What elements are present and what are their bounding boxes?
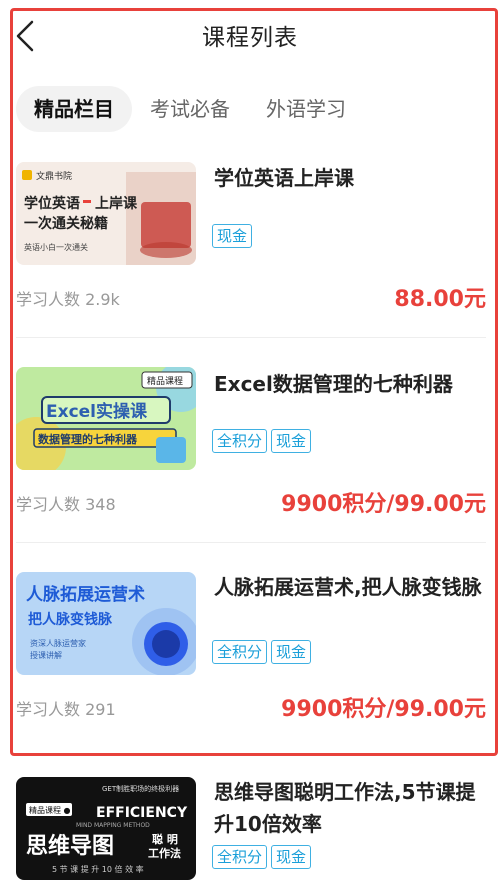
thumb-line4: 授课讲解	[30, 650, 62, 660]
thumb-badge: 精品课程 ●	[29, 805, 71, 815]
thumb-line1: Excel实操课	[46, 401, 148, 422]
tag-points: 全积分	[212, 429, 268, 453]
tag-cash: 现金	[271, 640, 312, 664]
course-title: 人脉拓展运营术,把人脉变钱脉	[214, 575, 482, 599]
course-title: Excel数据管理的七种利器	[214, 372, 453, 396]
thumb-line2: 数据管理的七种利器	[38, 432, 138, 446]
course-price: 88.00元	[394, 287, 486, 312]
thumb-line3: 5 节 课 提 升 10 倍 效 率	[52, 864, 144, 874]
thumb-line1: 人脉拓展运营术	[26, 584, 145, 605]
learner-count: 学习人数 291	[16, 700, 116, 719]
thumb-line2c: 工作法	[148, 846, 181, 860]
course-card[interactable]: 精品课程 ● GET制胜职场的终极利器 EFFICIENCY MIND MAPP…	[0, 776, 500, 888]
thumb-line1s: MIND MAPPING METHOD	[76, 822, 150, 829]
divider	[16, 337, 486, 338]
tag-cash: 现金	[271, 845, 312, 869]
tab-exam-prep[interactable]: 考试必备	[150, 86, 230, 132]
thumb-badge: 精品课程	[147, 375, 183, 387]
course-title: 学位英语上岸课	[214, 166, 354, 190]
course-price: 9900积分/99.00元	[281, 697, 486, 722]
course-title: 思维导图聪明工作法,5节课提升10倍效率	[214, 780, 476, 836]
tab-featured[interactable]: 精品栏目	[16, 86, 132, 132]
learner-count: 学习人数 348	[16, 495, 116, 514]
tag-cash: 现金	[212, 224, 253, 248]
top-bar: 课程列表	[0, 0, 500, 72]
tag-points: 全积分	[212, 845, 268, 869]
tag-cash: 现金	[271, 429, 312, 453]
course-thumbnail: 文鼎书院 学位英语 上岸课 一次通关秘籍 英语小白一次通关	[16, 162, 196, 265]
thumb-top: GET制胜职场的终极利器	[102, 784, 179, 793]
category-tabs: 精品栏目 考试必备 外语学习	[16, 86, 382, 132]
thumb-brand: 文鼎书院	[36, 170, 72, 182]
course-card[interactable]: 人脉拓展运营术 把人脉变钱脉 资深人脉运营家 授课讲解 人脉拓展运营术,把人脉变…	[0, 571, 500, 751]
course-card[interactable]: 文鼎书院 学位英语 上岸课 一次通关秘籍 英语小白一次通关 学位英语上岸课 现金…	[0, 160, 500, 340]
tag-list: 现金	[212, 224, 256, 248]
thumb-line2: 思维导图	[26, 833, 114, 859]
tag-list: 全积分 现金	[212, 640, 315, 664]
thumb-line3: 资深人脉运营家	[30, 638, 86, 648]
tag-list: 全积分 现金	[212, 429, 315, 453]
course-thumbnail: 精品课程 ● GET制胜职场的终极利器 EFFICIENCY MIND MAPP…	[16, 777, 196, 880]
thumb-line2b: 聪 明	[152, 832, 178, 846]
learner-count: 学习人数 2.9k	[16, 290, 120, 309]
divider	[16, 542, 486, 543]
tag-list: 全积分 现金	[212, 845, 315, 869]
thumb-line1b: 上岸课	[95, 195, 138, 212]
course-thumbnail: 精品课程 Excel实操课 数据管理的七种利器	[16, 367, 196, 470]
tag-points: 全积分	[212, 640, 268, 664]
thumb-line2: 一次通关秘籍	[24, 215, 108, 232]
tab-language-learning[interactable]: 外语学习	[266, 86, 346, 132]
thumb-line1: EFFICIENCY	[96, 805, 188, 821]
thumb-line2: 把人脉变钱脉	[28, 611, 113, 628]
thumb-line3: 英语小白一次通关	[24, 242, 88, 252]
thumb-line1: 学位英语	[24, 195, 80, 212]
course-price: 9900积分/99.00元	[281, 492, 486, 517]
page-title: 课程列表	[202, 25, 298, 51]
course-card[interactable]: 精品课程 Excel实操课 数据管理的七种利器 Excel数据管理的七种利器 全…	[0, 366, 500, 546]
course-thumbnail: 人脉拓展运营术 把人脉变钱脉 资深人脉运营家 授课讲解	[16, 572, 196, 675]
